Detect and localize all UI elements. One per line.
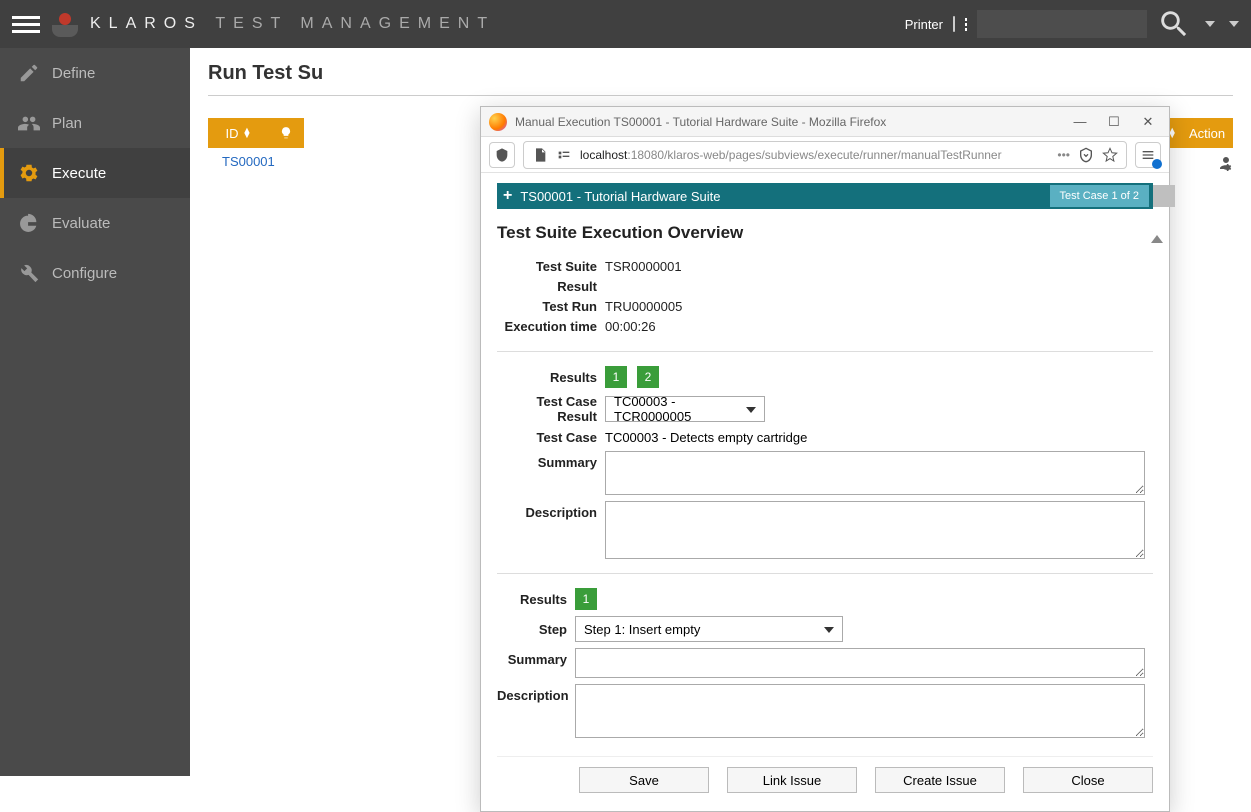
testcase-progress-badge: Test Case 1 of 2 <box>1050 185 1150 207</box>
printer-label: Printer <box>905 17 943 32</box>
firefox-icon <box>489 113 507 131</box>
sidebar-item-define[interactable]: Define <box>0 48 190 98</box>
tru-value: TRU0000005 <box>605 297 682 317</box>
pencil-page-icon <box>18 62 40 84</box>
url-text: localhost:18080/klaros-web/pages/subview… <box>580 148 1002 162</box>
testcase-result-select[interactable]: TC00003 - TCR0000005 <box>605 396 765 422</box>
summary-input-2[interactable] <box>575 648 1145 678</box>
global-search-input[interactable] <box>977 10 1147 38</box>
create-issue-button[interactable]: Create Issue <box>875 767 1005 793</box>
close-button[interactable]: Close <box>1023 767 1153 793</box>
result-chip-2[interactable]: 2 <box>637 366 659 388</box>
tsr-value: TSR0000001 <box>605 257 682 297</box>
brand-primary: KLAROS <box>90 15 203 32</box>
step-select[interactable]: Step 1: Insert empty <box>575 616 843 642</box>
bulb-icon <box>279 126 293 140</box>
browser-address-bar: localhost:18080/klaros-web/pages/subview… <box>481 137 1169 173</box>
window-titlebar: Manual Execution TS00001 - Tutorial Hard… <box>481 107 1169 137</box>
banner-grip <box>1153 185 1175 207</box>
printer-archive-icon[interactable] <box>953 16 955 32</box>
cell-action[interactable] <box>1217 154 1235 175</box>
brand-secondary: TEST MANAGEMENT <box>215 15 495 32</box>
window-close-button[interactable]: ✕ <box>1135 114 1161 130</box>
sidebar-item-execute[interactable]: Execute <box>0 148 190 198</box>
wrench-icon <box>18 262 40 284</box>
firefox-popup-window: Manual Execution TS00001 - Tutorial Hard… <box>480 106 1170 812</box>
gear-icon <box>18 162 40 184</box>
printer-list-icon[interactable] <box>965 18 967 31</box>
sidebar-item-label: Define <box>52 65 95 82</box>
col-id[interactable]: ID▲▼ <box>208 118 268 148</box>
user-menu[interactable] <box>1225 21 1239 27</box>
pocket-icon <box>1078 147 1094 163</box>
testcase-value: TC00003 - Detects empty cartridge <box>605 430 807 445</box>
sidebar-item-plan[interactable]: Plan <box>0 98 190 148</box>
link-issue-button[interactable]: Link Issue <box>727 767 857 793</box>
pie-chart-icon <box>18 212 40 234</box>
user-gear-icon <box>1217 154 1235 172</box>
description-input-2[interactable] <box>575 684 1145 738</box>
page-icon <box>532 147 548 163</box>
sidebar-item-label: Configure <box>52 265 117 282</box>
result-chip-1[interactable]: 1 <box>605 366 627 388</box>
sidebar-item-configure[interactable]: Configure <box>0 248 190 298</box>
help-menu[interactable] <box>1201 21 1215 27</box>
step-result-chip-1[interactable]: 1 <box>575 588 597 610</box>
sidebar-item-label: Execute <box>52 165 106 182</box>
summary-input-1[interactable] <box>605 451 1145 495</box>
hamburger-icon[interactable] <box>12 16 40 33</box>
col-action: Action <box>1181 118 1233 148</box>
sidebar-nav: Define Plan Execute Evaluate Configure <box>0 48 190 776</box>
scroll-up-icon[interactable] <box>1151 235 1163 243</box>
page-title: Run Test Su <box>208 48 1233 96</box>
window-maximize-button[interactable]: ☐ <box>1101 114 1127 130</box>
shield-icon[interactable] <box>489 142 515 168</box>
app-logo-icon <box>52 11 78 37</box>
permissions-icon <box>556 147 572 163</box>
exectime-value: 00:00:26 <box>605 317 656 337</box>
overview-heading: Test Suite Execution Overview <box>497 223 1153 243</box>
app-brand: KLAROS TEST MANAGEMENT <box>90 15 495 33</box>
action-button-row: Save Link Issue Create Issue Close <box>497 756 1153 803</box>
sidebar-item-label: Plan <box>52 115 82 132</box>
window-title: Manual Execution TS00001 - Tutorial Hard… <box>515 115 1059 129</box>
sidebar-item-evaluate[interactable]: Evaluate <box>0 198 190 248</box>
suite-banner[interactable]: + TS00001 - Tutorial Hardware Suite Test… <box>497 183 1153 209</box>
sidebar-item-label: Evaluate <box>52 215 110 232</box>
col-hint[interactable] <box>268 118 304 148</box>
cell-id[interactable]: TS00001 <box>222 154 310 169</box>
window-minimize-button[interactable]: — <box>1067 114 1093 129</box>
save-button[interactable]: Save <box>579 767 709 793</box>
main-area: Run Test Su ID▲▼ Test Cases▲▼ Results▲▼ … <box>190 48 1251 776</box>
star-icon[interactable] <box>1102 147 1118 163</box>
plus-icon: + <box>503 187 512 205</box>
users-icon <box>18 112 40 134</box>
app-topbar: KLAROS TEST MANAGEMENT Printer <box>0 0 1251 48</box>
url-input[interactable]: localhost:18080/klaros-web/pages/subview… <box>523 141 1127 169</box>
suite-banner-text: TS00001 - Tutorial Hardware Suite <box>520 189 720 204</box>
search-icon[interactable] <box>1157 7 1191 41</box>
overflow-menu-icon[interactable] <box>1135 142 1161 168</box>
description-input-1[interactable] <box>605 501 1145 559</box>
